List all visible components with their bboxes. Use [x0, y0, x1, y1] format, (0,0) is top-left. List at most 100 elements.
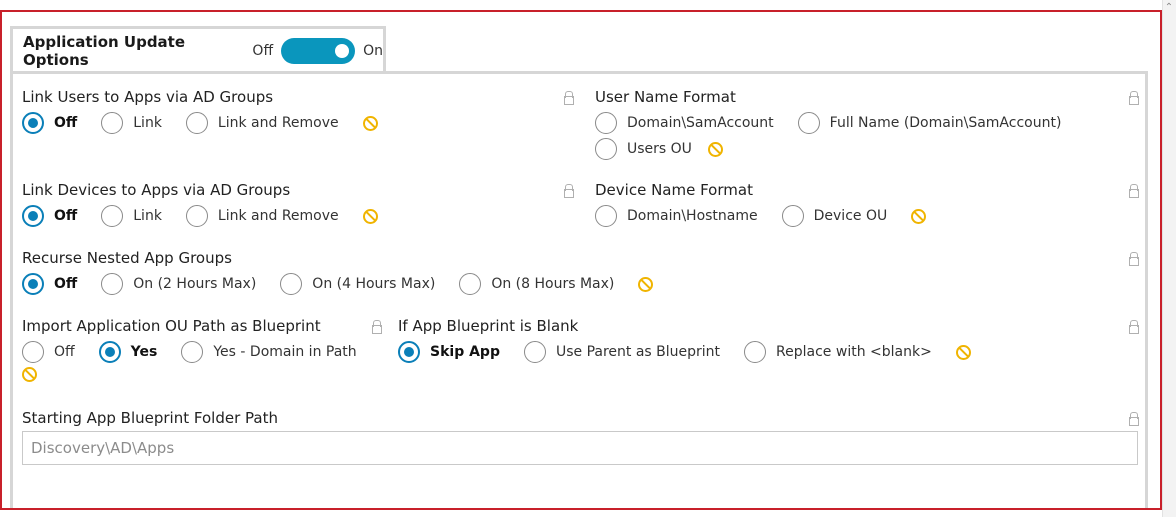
- no-entry-icon[interactable]: [638, 276, 654, 292]
- radio[interactable]: [595, 112, 617, 134]
- blank-blueprint-label: If App Blueprint is Blank: [398, 317, 579, 335]
- radio-selected[interactable]: [22, 112, 44, 134]
- radio-selected[interactable]: [22, 205, 44, 227]
- radio-selected[interactable]: [398, 341, 420, 363]
- option-label: On (2 Hours Max): [133, 276, 257, 292]
- option-label: Users OU: [627, 141, 692, 157]
- radio[interactable]: [181, 341, 204, 363]
- link-devices-option-off[interactable]: Off: [22, 205, 77, 227]
- toggle-knob: [335, 43, 350, 58]
- link-devices-option-link-and-remove[interactable]: Link and Remove: [185, 205, 339, 227]
- radio[interactable]: [595, 138, 617, 160]
- lock-icon[interactable]: [1129, 184, 1139, 198]
- no-entry-icon[interactable]: [22, 367, 37, 382]
- no-entry-icon[interactable]: [362, 208, 378, 224]
- blank-blueprint-option-use-parent[interactable]: Use Parent as Blueprint: [523, 341, 721, 363]
- update-options-toggle[interactable]: [281, 37, 356, 64]
- link-users-option-off[interactable]: Off: [22, 112, 77, 134]
- recurse-option-off[interactable]: Off: [22, 273, 77, 295]
- recurse-option-2-hours[interactable]: On (2 Hours Max): [101, 273, 256, 295]
- radio[interactable]: [101, 205, 124, 227]
- user-name-format-option-users-ou[interactable]: Users OU: [595, 138, 692, 160]
- option-label: Domain\SamAccount: [627, 115, 774, 131]
- option-label: Use Parent as Blueprint: [555, 344, 721, 360]
- import-ou-path-section: Import Application OU Path as Blueprint …: [22, 317, 381, 382]
- radio[interactable]: [797, 112, 820, 134]
- option-label: Off: [54, 115, 78, 131]
- option-label: Yes - Domain in Path: [213, 344, 357, 360]
- option-label: Off: [54, 344, 75, 360]
- update-options-toggle-group: Off On: [252, 37, 383, 64]
- option-label: Link: [133, 208, 162, 224]
- recurse-nested-section: Recurse Nested App Groups Off On (2 Hour…: [22, 249, 654, 295]
- toggle-off-label: Off: [252, 42, 274, 59]
- option-label: Off: [54, 208, 78, 224]
- radio[interactable]: [781, 205, 804, 227]
- device-name-format-label: Device Name Format: [595, 181, 753, 199]
- recurse-nested-label: Recurse Nested App Groups: [22, 249, 232, 267]
- radio[interactable]: [744, 341, 767, 363]
- recurse-option-8-hours[interactable]: On (8 Hours Max): [459, 273, 614, 295]
- link-devices-label: Link Devices to Apps via AD Groups: [22, 181, 291, 199]
- link-users-label: Link Users to Apps via AD Groups: [22, 88, 274, 106]
- import-ou-path-label: Import Application OU Path as Blueprint: [22, 317, 321, 335]
- radio[interactable]: [22, 341, 44, 363]
- radio[interactable]: [459, 273, 482, 295]
- option-label: Device OU: [813, 208, 888, 224]
- blank-blueprint-option-skip-app[interactable]: Skip App: [398, 341, 500, 363]
- lock-icon[interactable]: [564, 91, 574, 105]
- lock-icon[interactable]: [1129, 252, 1139, 266]
- radio[interactable]: [185, 205, 208, 227]
- radio-selected[interactable]: [98, 341, 121, 363]
- option-label: On (8 Hours Max): [491, 276, 615, 292]
- no-entry-icon[interactable]: [955, 344, 971, 360]
- import-ou-option-off[interactable]: Off: [22, 341, 75, 363]
- option-label: Skip App: [430, 344, 500, 360]
- starting-folder-label: Starting App Blueprint Folder Path: [22, 409, 278, 427]
- option-label: Link and Remove: [217, 208, 339, 224]
- option-label: On (4 Hours Max): [312, 276, 436, 292]
- page-title: Application Update Options: [23, 32, 186, 69]
- chevron-up-icon[interactable]: ⌃: [1163, 2, 1175, 14]
- options-panel: Link Users to Apps via AD Groups Off Lin…: [10, 71, 1148, 508]
- link-devices-option-link[interactable]: Link: [101, 205, 162, 227]
- device-name-format-option-device-ou[interactable]: Device OU: [781, 205, 888, 227]
- recurse-option-4-hours[interactable]: On (4 Hours Max): [280, 273, 435, 295]
- radio[interactable]: [101, 273, 124, 295]
- no-entry-icon[interactable]: [362, 115, 378, 131]
- radio[interactable]: [101, 112, 124, 134]
- user-name-format-option-domain-samaccount[interactable]: Domain\SamAccount: [595, 112, 774, 134]
- option-label: Full Name (Domain\SamAccount): [829, 115, 1062, 131]
- option-label: Link and Remove: [217, 115, 339, 131]
- options-header-tab: Application Update Options Off On: [10, 26, 386, 72]
- radio[interactable]: [523, 341, 546, 363]
- lock-icon[interactable]: [1129, 320, 1139, 334]
- blank-blueprint-section: If App Blueprint is Blank Skip App Use P…: [398, 317, 971, 363]
- user-name-format-section: User Name Format Domain\SamAccount Full …: [595, 88, 1085, 160]
- import-ou-option-yes-domain-in-path[interactable]: Yes - Domain in Path: [181, 341, 357, 363]
- link-users-option-link-and-remove[interactable]: Link and Remove: [185, 112, 339, 134]
- import-ou-option-yes[interactable]: Yes: [98, 341, 157, 363]
- link-users-section: Link Users to Apps via AD Groups Off Lin…: [22, 88, 378, 134]
- radio-selected[interactable]: [22, 273, 44, 295]
- user-name-format-option-full-name[interactable]: Full Name (Domain\SamAccount): [797, 112, 1062, 134]
- blank-blueprint-option-replace-blank[interactable]: Replace with <blank>: [744, 341, 932, 363]
- lock-icon[interactable]: [564, 184, 574, 198]
- radio[interactable]: [185, 112, 208, 134]
- user-name-format-label: User Name Format: [595, 88, 736, 106]
- vertical-scrollbar[interactable]: ⌃: [1162, 0, 1176, 517]
- starting-folder-input[interactable]: [22, 431, 1138, 465]
- link-users-option-link[interactable]: Link: [101, 112, 162, 134]
- device-name-format-section: Device Name Format Domain\Hostname Devic…: [595, 181, 927, 227]
- radio[interactable]: [595, 205, 617, 227]
- device-name-format-option-domain-hostname[interactable]: Domain\Hostname: [595, 205, 758, 227]
- radio[interactable]: [280, 273, 303, 295]
- option-label: Domain\Hostname: [627, 208, 758, 224]
- lock-icon[interactable]: [1129, 91, 1139, 105]
- link-devices-section: Link Devices to Apps via AD Groups Off L…: [22, 181, 378, 227]
- lock-icon[interactable]: [372, 320, 382, 334]
- option-label: Replace with <blank>: [776, 344, 932, 360]
- lock-icon[interactable]: [1129, 412, 1139, 426]
- no-entry-icon[interactable]: [911, 208, 927, 224]
- no-entry-icon[interactable]: [707, 141, 723, 157]
